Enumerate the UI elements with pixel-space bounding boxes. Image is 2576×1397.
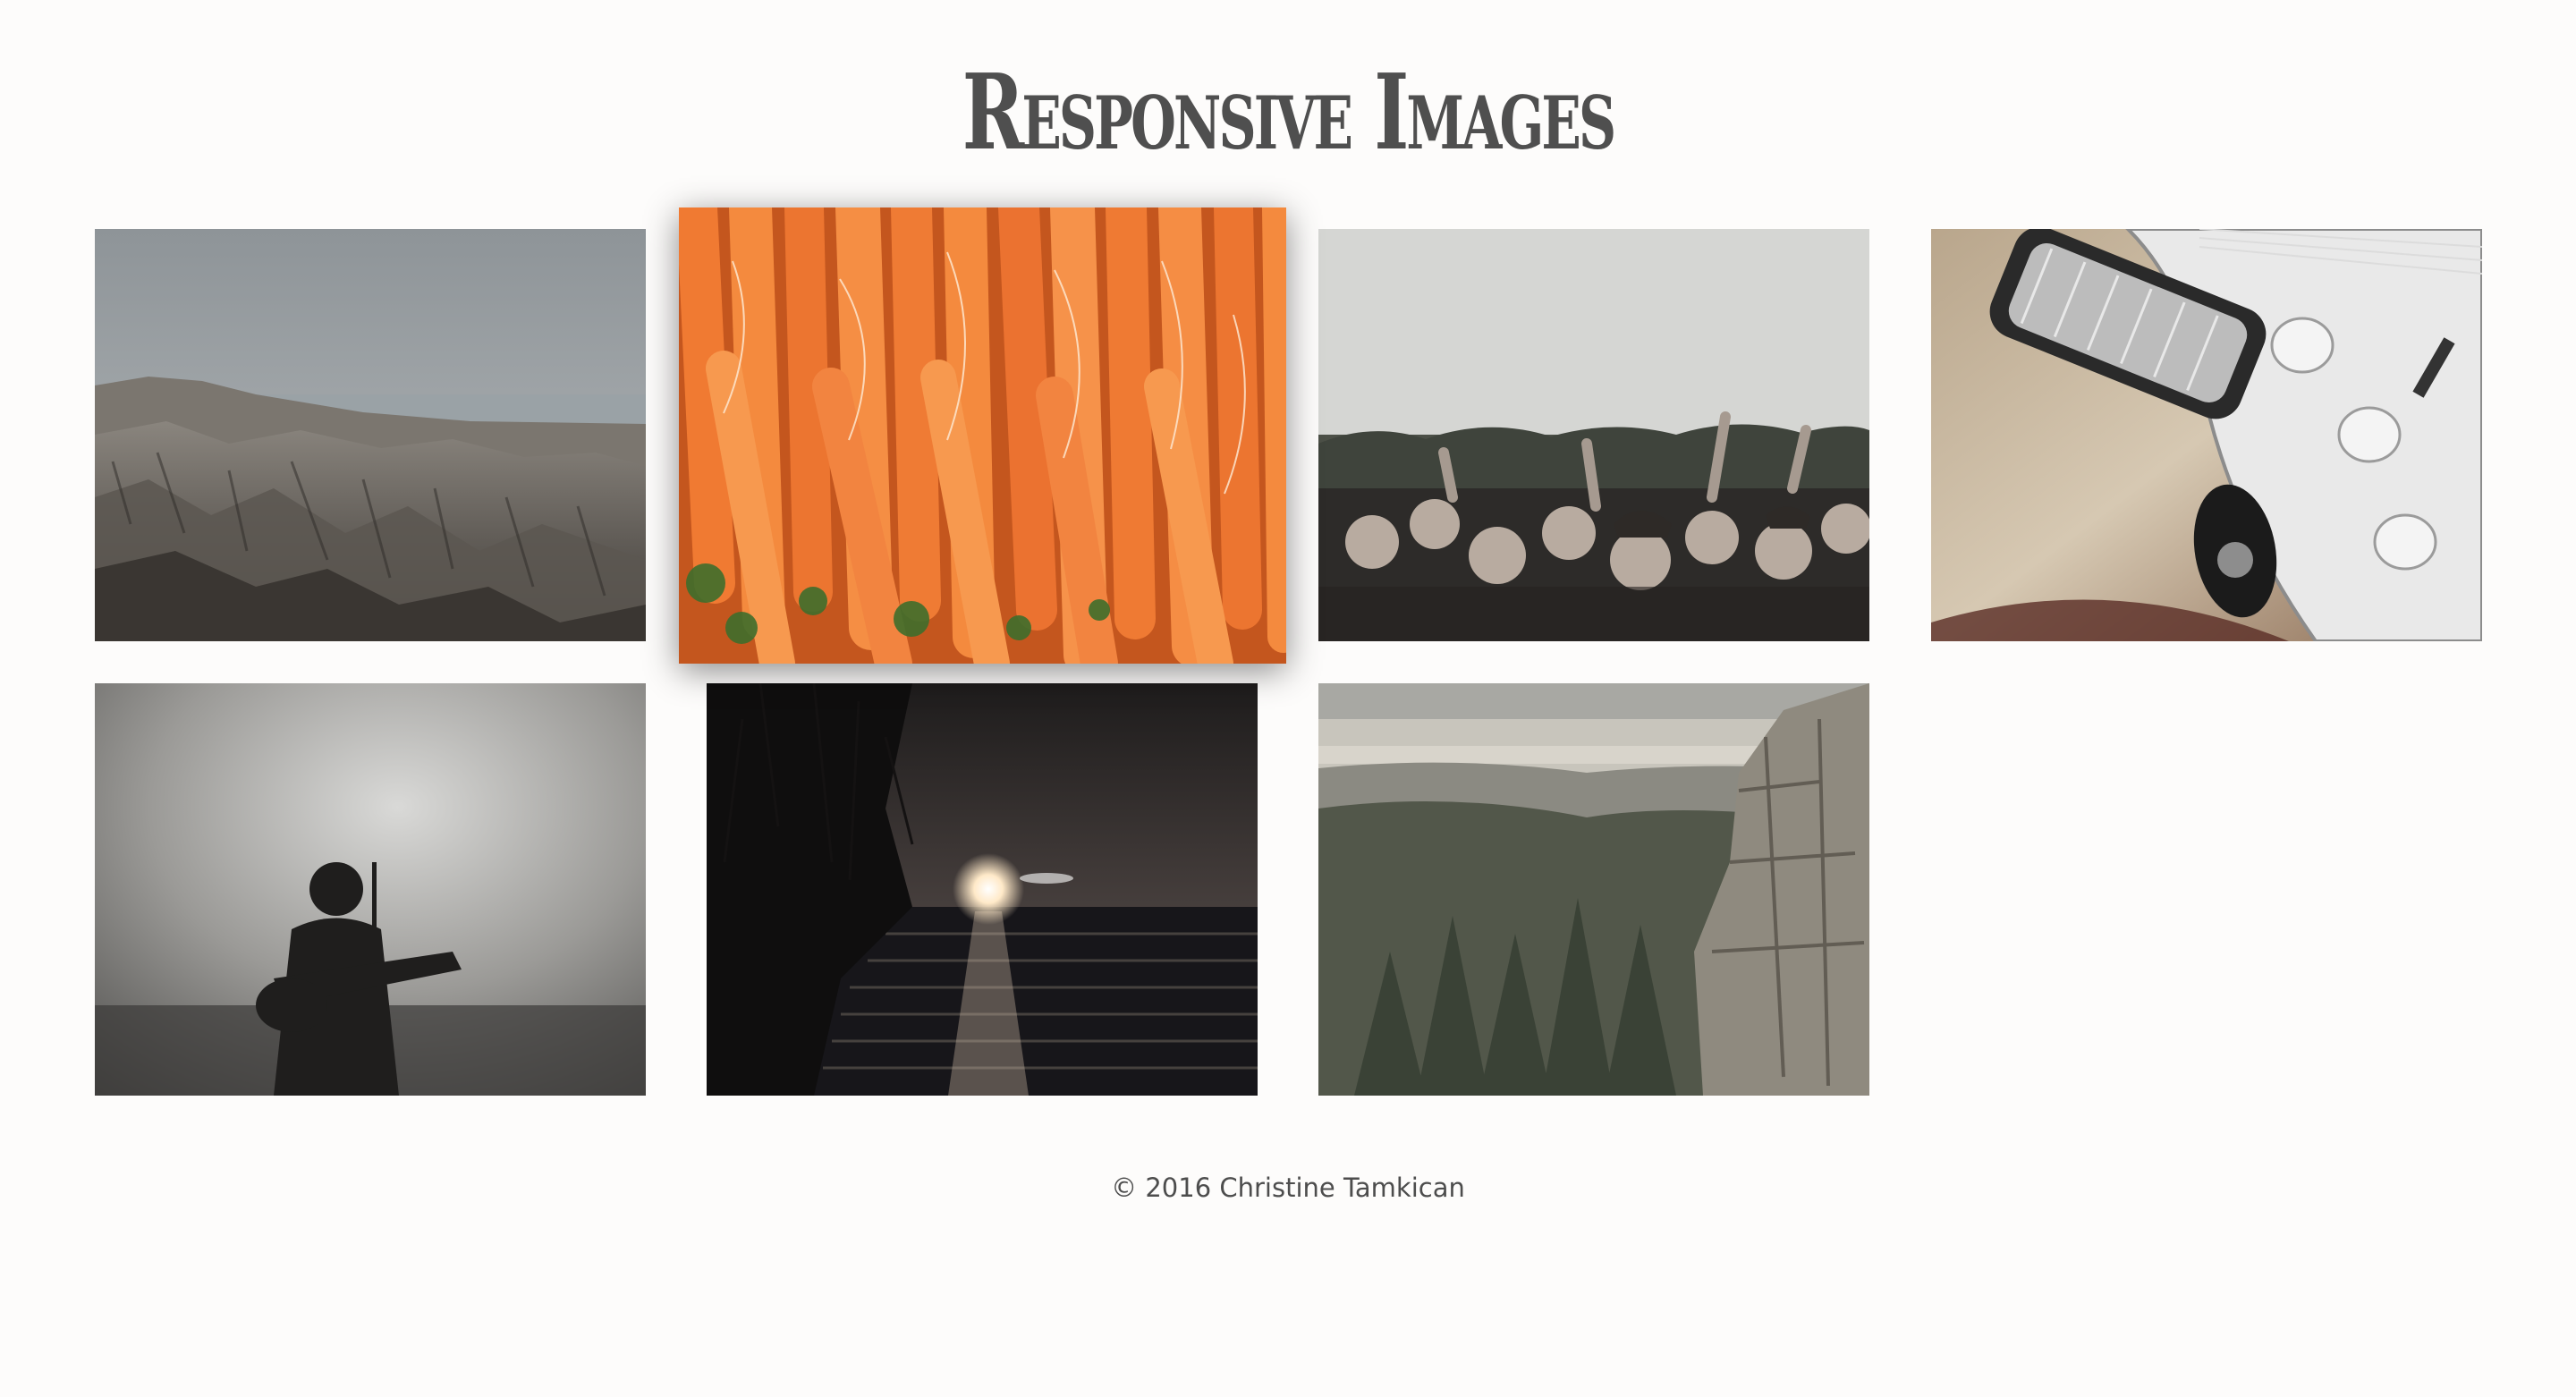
- gallery-image-concert-crowd[interactable]: [1318, 229, 1869, 641]
- sunset-lake-photo: [707, 683, 1258, 1096]
- gallery-image-guitar[interactable]: [1931, 229, 2482, 641]
- badlands-photo: [95, 229, 646, 641]
- gallery-image-guitarist[interactable]: [95, 683, 646, 1096]
- gallery-image-badlands[interactable]: [95, 229, 646, 641]
- footer-copyright: © 2016 Christine Tamkican: [1111, 1173, 1465, 1203]
- guitarist-photo: [95, 683, 646, 1096]
- carrots-photo: [679, 207, 1286, 664]
- cliff-photo: [1318, 683, 1869, 1096]
- gallery-image-cliff[interactable]: [1318, 683, 1869, 1096]
- gallery-image-carrots[interactable]: [679, 207, 1286, 664]
- gallery-image-sunset-lake[interactable]: [707, 683, 1258, 1096]
- guitar-photo: [1931, 229, 2482, 641]
- concert-crowd-photo: [1318, 229, 1869, 641]
- page-title: Responsive Images: [962, 52, 1616, 174]
